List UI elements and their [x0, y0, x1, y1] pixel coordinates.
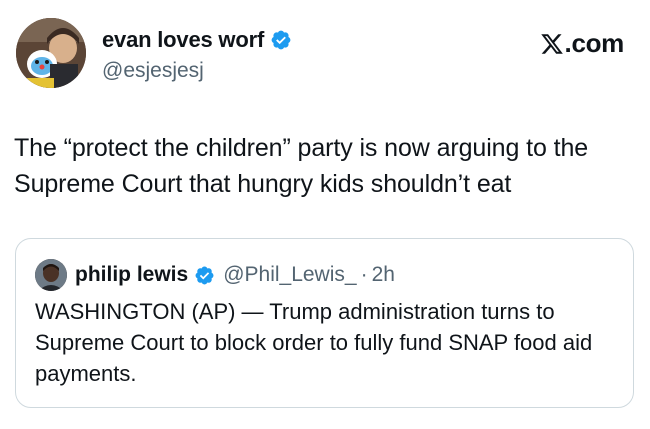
quoted-author-handle[interactable]: @Phil_Lewis_: [223, 263, 356, 287]
verified-badge-icon: [270, 29, 292, 51]
quoted-tweet-text: WASHINGTON (AP) — Trump administration t…: [35, 299, 593, 386]
separator-dot: ·: [360, 263, 368, 286]
quoted-tweet[interactable]: philip lewis @Phil_Lewis_ · 2h WASHINGTO…: [15, 238, 634, 408]
profile-photo-icon: [35, 259, 67, 291]
quoted-tweet-timestamp[interactable]: 2h: [372, 263, 395, 287]
author-avatar[interactable]: [16, 18, 86, 88]
quoted-author-avatar[interactable]: [35, 259, 67, 291]
author-name-row[interactable]: evan loves worf: [102, 27, 292, 53]
quoted-author-display-name[interactable]: philip lewis: [75, 263, 188, 287]
brand-mark: .com: [540, 28, 624, 59]
tweet-card: evan loves worf @esjesjesj .com The “pro…: [0, 0, 650, 429]
author-display-name[interactable]: evan loves worf: [102, 27, 264, 53]
quoted-tweet-header: philip lewis @Phil_Lewis_ · 2h: [35, 259, 395, 291]
verified-badge-icon: [194, 265, 215, 286]
profile-photo-icon: [16, 18, 86, 88]
tweet-text: The “protect the children” party is now …: [14, 134, 589, 198]
author-handle[interactable]: @esjesjesj: [102, 59, 204, 83]
x-logo-icon: [540, 33, 563, 54]
brand-domain: .com: [564, 28, 625, 58]
